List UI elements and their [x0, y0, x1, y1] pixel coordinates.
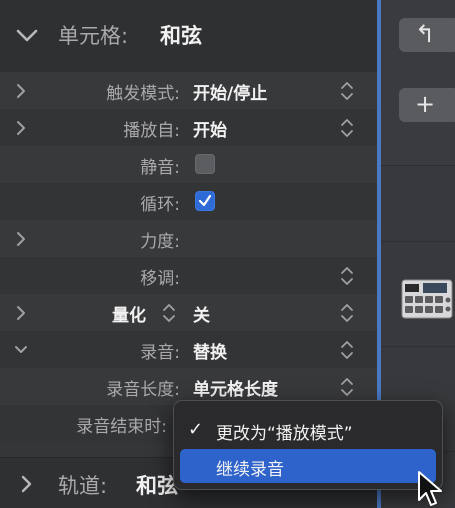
- up-down-arrows-icon[interactable]: [340, 265, 354, 287]
- record-end-label: 录音结束时:: [76, 417, 167, 437]
- app-window: 单元格: 和弦 触发模式: 开始/停止 播放自: 开始 静音: 循环: 力度: …: [0, 0, 455, 508]
- row-mute: 静音:: [0, 146, 377, 183]
- transpose-label: 移调:: [140, 269, 180, 289]
- loop-checkbox[interactable]: [195, 191, 215, 211]
- play-from-label: 播放自:: [123, 121, 180, 141]
- mute-label: 静音:: [140, 158, 180, 178]
- chevron-right-icon[interactable]: [14, 305, 28, 321]
- chevron-right-icon[interactable]: [14, 120, 28, 136]
- track-section-name: 和弦: [136, 474, 178, 498]
- up-down-arrows-icon[interactable]: [340, 339, 354, 361]
- grid-line: [381, 241, 455, 242]
- add-button[interactable]: +: [399, 88, 455, 122]
- quantize-label[interactable]: 量化: [112, 301, 146, 326]
- back-button[interactable]: ↰: [399, 18, 455, 52]
- back-arrow-icon: ↰: [415, 20, 436, 48]
- cell-section-name: 和弦: [160, 24, 202, 48]
- loop-label: 循环:: [140, 195, 180, 215]
- row-velocity[interactable]: 力度:: [0, 220, 377, 257]
- chevron-down-icon[interactable]: [16, 27, 38, 45]
- up-down-arrows-icon[interactable]: [340, 117, 354, 139]
- checkmark-icon: [198, 194, 212, 207]
- up-down-arrows-icon[interactable]: [162, 302, 176, 324]
- play-from-value[interactable]: 开始: [193, 116, 227, 141]
- cell-section-header[interactable]: 单元格: 和弦: [0, 0, 377, 73]
- chevron-right-icon[interactable]: [20, 475, 32, 493]
- track-section-label: 轨道:: [58, 474, 108, 498]
- up-down-arrows-icon[interactable]: [340, 302, 354, 324]
- checkmark-icon: ✓: [188, 419, 204, 440]
- record-label: 录音:: [140, 343, 180, 363]
- drum-sampler-icon[interactable]: [401, 276, 453, 322]
- up-down-arrows-icon[interactable]: [340, 376, 354, 398]
- record-end-popup-menu: ✓ 更改为“播放模式” 继续录音: [173, 400, 443, 490]
- trigger-mode-label: 触发模式:: [106, 84, 180, 104]
- up-down-arrows-icon[interactable]: [340, 80, 354, 102]
- row-record[interactable]: 录音: 替换: [0, 331, 377, 368]
- grid-line: [381, 346, 455, 347]
- quantize-value[interactable]: 关: [193, 301, 210, 326]
- record-length-value[interactable]: 单元格长度: [193, 375, 278, 400]
- mute-checkbox[interactable]: [195, 154, 215, 174]
- record-length-label: 录音长度:: [106, 380, 180, 400]
- trigger-mode-value[interactable]: 开始/停止: [193, 79, 267, 104]
- menu-item-label: 继续录音: [216, 460, 284, 480]
- row-quantize[interactable]: 量化 关: [0, 294, 377, 331]
- grid-toolbar: ↰ +: [381, 0, 455, 166]
- row-play-from[interactable]: 播放自: 开始: [0, 109, 377, 146]
- row-trigger-mode[interactable]: 触发模式: 开始/停止: [0, 72, 377, 109]
- menu-item-label: 更改为“播放模式”: [216, 424, 353, 444]
- chevron-down-icon[interactable]: [14, 342, 28, 358]
- menu-item-change-to-play-mode[interactable]: ✓ 更改为“播放模式”: [180, 413, 436, 447]
- menu-item-continue-recording[interactable]: 继续录音: [180, 449, 436, 483]
- cell-section-label: 单元格:: [58, 24, 129, 48]
- pointer-cursor-icon: [418, 471, 442, 506]
- record-value[interactable]: 替换: [193, 338, 227, 363]
- plus-icon: +: [415, 90, 436, 118]
- chevron-right-icon[interactable]: [14, 83, 28, 99]
- row-loop: 循环:: [0, 183, 377, 220]
- row-transpose: 移调:: [0, 257, 377, 294]
- chevron-right-icon[interactable]: [14, 231, 28, 247]
- velocity-label: 力度:: [140, 232, 180, 252]
